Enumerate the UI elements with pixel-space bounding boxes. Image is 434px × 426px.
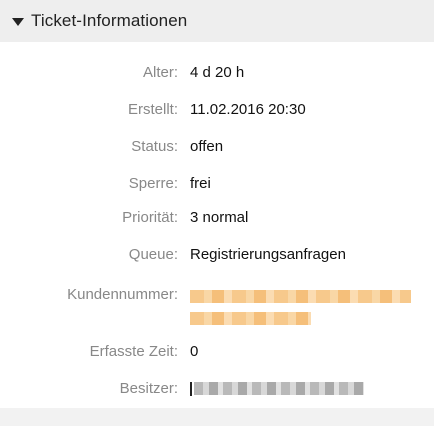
field-row-state: Status: offen <box>0 137 434 157</box>
redacted-owner-name <box>194 382 364 395</box>
field-label-queue: Queue: <box>128 246 178 263</box>
field-value-created: 11.02.2016 20:30 <box>190 101 306 118</box>
field-label-accounted-time: Erfasste Zeit: <box>89 343 178 360</box>
field-row-age: Alter: 4 d 20 h <box>0 63 434 83</box>
field-label-created: Erstellt: <box>127 101 178 118</box>
redacted-customer-id-line2 <box>190 312 311 325</box>
field-value-lock: frei <box>190 175 211 192</box>
field-label-owner: Besitzer: <box>119 380 178 397</box>
field-row-created: Erstellt: 11.02.2016 20:30 <box>0 100 434 120</box>
field-value-age: 4 d 20 h <box>190 64 245 81</box>
field-row-accounted-time: Erfasste Zeit: 0 <box>0 342 434 362</box>
field-label-customer-id: Kundennummer: <box>67 286 178 303</box>
panel-title: Ticket-Informationen <box>31 11 188 30</box>
field-row-owner: Besitzer: <box>0 379 434 399</box>
field-label-state: Status: <box>131 138 178 155</box>
field-value-priority: 3 normal <box>190 209 249 226</box>
ticket-information-panel: Ticket-Informationen Alter: 4 d 20 h Ers… <box>0 0 434 426</box>
field-label-lock: Sperre: <box>128 175 178 192</box>
panel-header-toggle[interactable]: Ticket-Informationen <box>0 0 434 42</box>
field-value-accounted-time: 0 <box>190 343 199 360</box>
owner-name-start-mark <box>190 382 192 396</box>
field-row-lock: Sperre: frei <box>0 174 434 194</box>
panel-footer <box>0 408 434 426</box>
field-label-age: Alter: <box>142 64 178 81</box>
field-row-customer-id: Kundennummer: <box>0 285 434 329</box>
field-value-queue[interactable]: Registrierungsanfragen <box>190 245 346 265</box>
panel-body: Alter: 4 d 20 h Erstellt: 11.02.2016 20:… <box>0 42 434 412</box>
field-row-queue: Queue: Registrierungsanfragen <box>0 245 434 265</box>
redacted-customer-id-line1 <box>190 290 411 303</box>
field-row-priority: Priorität: 3 normal <box>0 208 434 228</box>
triangle-down-icon[interactable] <box>12 17 24 26</box>
field-value-state: offen <box>190 138 224 155</box>
field-label-priority: Priorität: <box>122 209 178 226</box>
